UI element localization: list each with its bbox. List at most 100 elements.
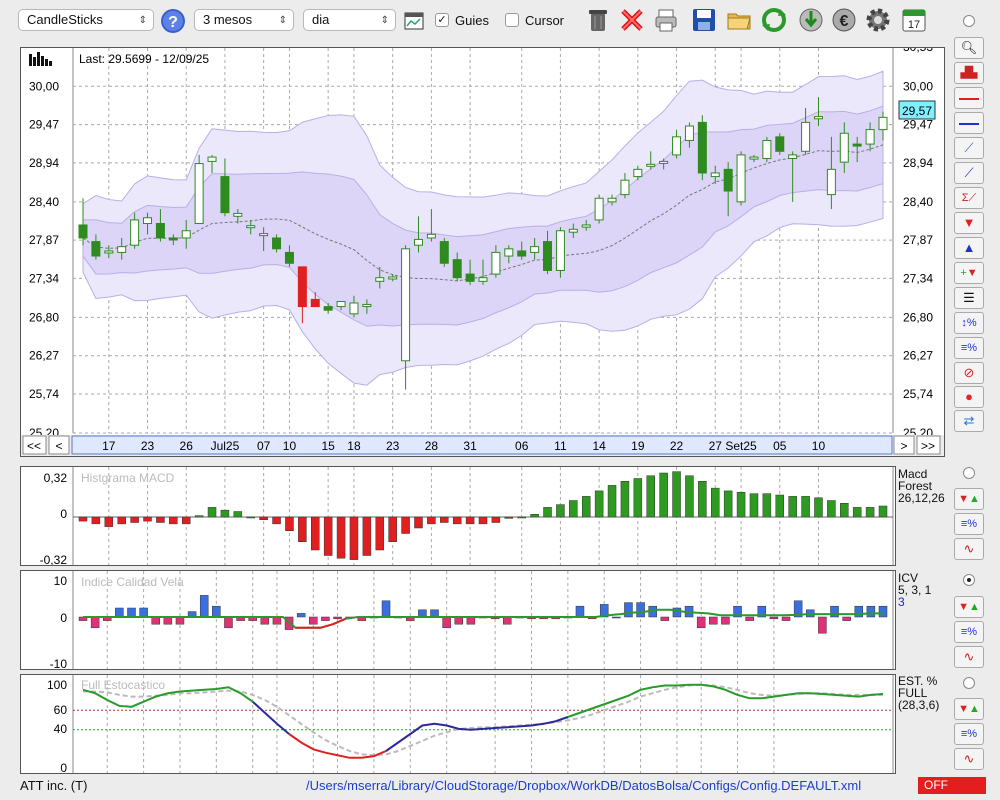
price-tick-left: 29,47 — [29, 118, 59, 132]
macd-bar — [685, 475, 694, 518]
candle — [555, 227, 565, 278]
icv-bar — [418, 609, 427, 618]
main-panel-radio[interactable] — [963, 15, 975, 27]
status-mode-badge[interactable]: OFF — [918, 777, 986, 794]
price-tick-right: 28,94 — [903, 156, 933, 170]
macd-bar — [478, 516, 488, 525]
svg-text:?: ? — [168, 14, 178, 31]
timeline-scrollbar[interactable] — [71, 435, 893, 455]
icv-move-button[interactable]: ▼▲ — [954, 596, 984, 618]
icv-wave-button[interactable]: ∿ — [954, 646, 984, 668]
arrow-down-icon: ▼ — [962, 215, 976, 230]
add-remove-button[interactable]: +▼ — [954, 262, 984, 284]
stoch-wave-button[interactable]: ∿ — [954, 748, 984, 770]
date-tick: 19 — [631, 439, 645, 453]
macd-bar — [285, 516, 294, 531]
fan-tool-button[interactable]: ⟋ — [954, 162, 984, 184]
stoch-panel-radio[interactable] — [963, 677, 975, 689]
icv-bar — [818, 616, 827, 634]
date-tick: 27 — [709, 439, 723, 453]
list-button[interactable]: ☰ — [954, 287, 984, 309]
zoom-button[interactable]: 🔍︎ — [954, 37, 984, 59]
icv-bar — [321, 616, 330, 621]
percent-lines-button[interactable]: ≡% — [954, 337, 984, 359]
print-icon[interactable] — [652, 6, 680, 34]
macd-bar — [143, 516, 152, 522]
icv-bar — [878, 605, 888, 618]
macd-bar — [465, 516, 475, 525]
price-tick-left: 27,87 — [29, 233, 59, 247]
icv-tick-bottom: -10 — [50, 657, 68, 669]
gear-icon[interactable] — [864, 6, 892, 34]
macd-title: Histgrama MACD — [81, 471, 175, 485]
save-icon[interactable] — [690, 6, 718, 34]
hline-red-button[interactable] — [954, 87, 984, 109]
macd-bar — [117, 516, 126, 525]
currency-euro-icon[interactable]: € — [830, 6, 858, 34]
sigma-tool-button[interactable]: Σ⟋ — [954, 187, 984, 209]
date-tick: 23 — [386, 439, 400, 453]
stoch-percent-button[interactable]: ≡% — [954, 723, 984, 745]
stop-button[interactable]: ⊘ — [954, 362, 984, 384]
calendar-icon[interactable]: 17 — [900, 6, 928, 34]
macd-wave-button[interactable]: ∿ — [954, 538, 984, 560]
date-tick: 15 — [321, 439, 335, 453]
bar-chart-icon[interactable] — [29, 52, 52, 66]
chart-type-select[interactable]: CandleSticks ⇕ — [18, 9, 154, 31]
macd-bar — [104, 516, 114, 527]
cursor-checkbox[interactable] — [505, 13, 519, 27]
channel-tool-button[interactable]: ▟▙ — [954, 62, 984, 84]
calendar-chart-icon[interactable] — [404, 11, 424, 31]
trash-icon[interactable] — [584, 6, 612, 34]
macd-panel-radio[interactable] — [963, 467, 975, 479]
scroll-prev-label: < — [55, 439, 62, 453]
trend-channel-button[interactable]: ⟋ — [954, 137, 984, 159]
open-folder-icon[interactable] — [725, 6, 753, 34]
candlestick-chart: 30,00 30,00 29,47 29,47 28,94 28,94 28,40 28,40… — [21, 40, 944, 456]
scroll-last-label: >> — [921, 439, 935, 453]
icv-bar — [502, 616, 512, 625]
macd-percent-button[interactable]: ≡% — [954, 513, 984, 535]
icv-bar — [381, 600, 391, 618]
record-button[interactable]: ● — [954, 386, 984, 408]
icv-panel-radio[interactable] — [963, 574, 975, 586]
macd-bar — [440, 516, 449, 523]
macd-bar — [91, 516, 101, 525]
price-tick-right: 27,87 — [903, 233, 933, 247]
swap-button[interactable]: ⇄ — [954, 410, 984, 432]
icv-bar — [309, 616, 318, 625]
up-arrow-button[interactable]: ▲ — [954, 237, 984, 259]
macd-bar — [530, 514, 539, 518]
interval-select[interactable]: dia ⇕ — [303, 9, 396, 31]
guides-label: Guies — [455, 13, 489, 28]
macd-tick-zero: 0 — [60, 507, 67, 521]
svg-text:€: € — [840, 13, 849, 30]
plus-minus-icon: +▼ — [960, 267, 978, 279]
macd-bar — [517, 516, 526, 519]
macd-bar — [788, 496, 797, 518]
refresh-icon[interactable] — [760, 6, 788, 34]
macd-bar — [620, 481, 630, 518]
config-path-link[interactable]: /Users/mserra/Library/CloudStorage/Dropb… — [306, 778, 861, 793]
download-globe-icon[interactable] — [797, 6, 825, 34]
icv-bar — [163, 616, 173, 625]
icv-bar — [866, 605, 876, 618]
down-arrow-button[interactable]: ▼ — [954, 212, 984, 234]
help-icon[interactable]: ? — [160, 8, 186, 34]
macd-bar — [569, 500, 578, 518]
chevron-updown-icon: ⇕ — [380, 15, 389, 26]
macd-bar — [298, 516, 307, 542]
macd-move-button[interactable]: ▼▲ — [954, 488, 984, 510]
stoch-move-button[interactable]: ▼▲ — [954, 698, 984, 720]
percent-scale-button[interactable]: ↕% — [954, 312, 984, 334]
macd-bar — [775, 494, 785, 518]
price-tick-left: 28,40 — [29, 195, 59, 209]
hline-blue-button[interactable] — [954, 112, 984, 134]
icv-percent-button[interactable]: ≡% — [954, 621, 984, 643]
delete-icon[interactable] — [618, 6, 646, 34]
guides-checkbox[interactable]: ✓ — [435, 13, 449, 27]
icv-bar — [224, 616, 233, 629]
icv-bar — [260, 616, 270, 625]
period-select[interactable]: 3 mesos ⇕ — [194, 9, 294, 31]
price-tick-right: 29,47 — [903, 118, 933, 132]
